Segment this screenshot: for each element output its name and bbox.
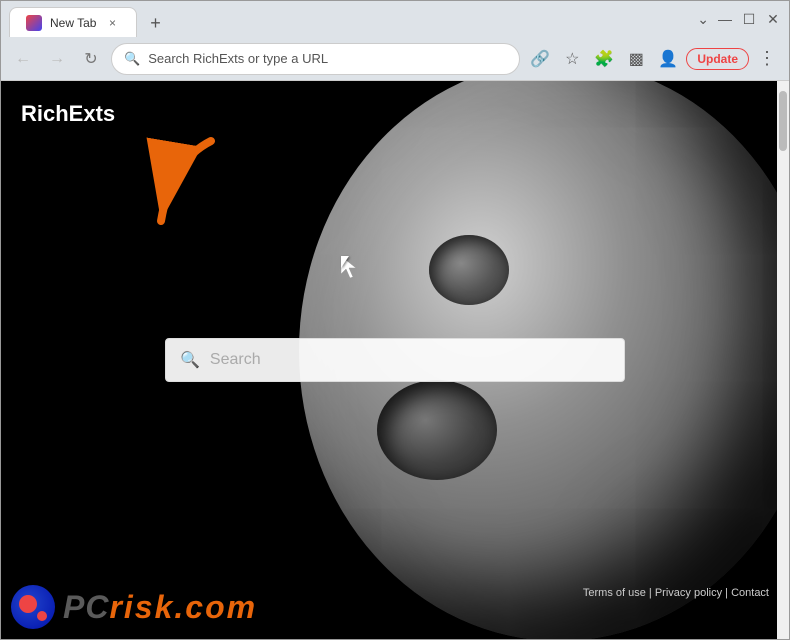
new-tab-button[interactable]: + <box>141 9 169 37</box>
address-text: Search RichExts or type a URL <box>148 51 328 66</box>
address-search-icon: 🔍 <box>124 51 140 67</box>
footer-links: Terms of use | Privacy policy | Contact <box>583 587 769 599</box>
back-button[interactable]: ← <box>9 45 37 73</box>
search-icon: 🔍 <box>180 350 200 370</box>
tab-area: New Tab × + <box>9 1 697 37</box>
contact-link[interactable]: Contact <box>731 587 769 599</box>
window-controls: ⌄ — ☐ ✕ <box>697 11 781 28</box>
search-input[interactable] <box>210 351 610 369</box>
terms-of-use-link[interactable]: Terms of use <box>583 587 646 599</box>
browser-menu-button[interactable]: ⋮ <box>753 45 781 73</box>
tab-title: New Tab <box>50 16 96 30</box>
address-bar[interactable]: 🔍 Search RichExts or type a URL <box>111 43 520 75</box>
active-tab[interactable]: New Tab × <box>9 7 137 37</box>
pcrisk-text: PCrisk.com <box>63 589 257 626</box>
update-button[interactable]: Update <box>686 48 749 70</box>
pcrisk-icon <box>11 585 55 629</box>
search-box: 🔍 <box>165 338 625 382</box>
split-screen-button[interactable]: ▩ <box>622 45 650 73</box>
titlebar: New Tab × + ⌄ — ☐ ✕ <box>1 1 789 37</box>
tab-close-button[interactable]: × <box>104 15 120 31</box>
reload-button[interactable]: ↻ <box>77 45 105 73</box>
pcrisk-logo: PCrisk.com <box>11 585 257 629</box>
bookmark-button[interactable]: ☆ <box>558 45 586 73</box>
share-button[interactable]: 🔗 <box>526 45 554 73</box>
forward-button[interactable]: → <box>43 45 71 73</box>
privacy-policy-link[interactable]: Privacy policy <box>655 587 722 599</box>
pcrisk-colored-text: risk.com <box>109 589 257 625</box>
close-button[interactable]: ✕ <box>765 11 781 27</box>
browser-toolbar: ← → ↻ 🔍 Search RichExts or type a URL 🔗 … <box>1 37 789 81</box>
page-content: RichExts 🔍 <box>1 81 789 639</box>
tab-favicon <box>26 15 42 31</box>
extensions-button[interactable]: 🧩 <box>590 45 618 73</box>
minimize-button[interactable]: — <box>717 11 733 27</box>
profile-button[interactable]: 👤 <box>654 45 682 73</box>
search-container: 🔍 <box>165 338 625 382</box>
site-title: RichExts <box>21 101 115 127</box>
toolbar-actions: 🔗 ☆ 🧩 ▩ 👤 Update ⋮ <box>526 45 781 73</box>
chevron-down-icon[interactable]: ⌄ <box>697 11 709 28</box>
browser-window: New Tab × + ⌄ — ☐ ✕ ← → ↻ 🔍 Search RichE… <box>0 0 790 640</box>
scrollbar[interactable] <box>777 81 789 639</box>
scrollbar-thumb[interactable] <box>779 91 787 151</box>
maximize-button[interactable]: ☐ <box>741 11 757 27</box>
